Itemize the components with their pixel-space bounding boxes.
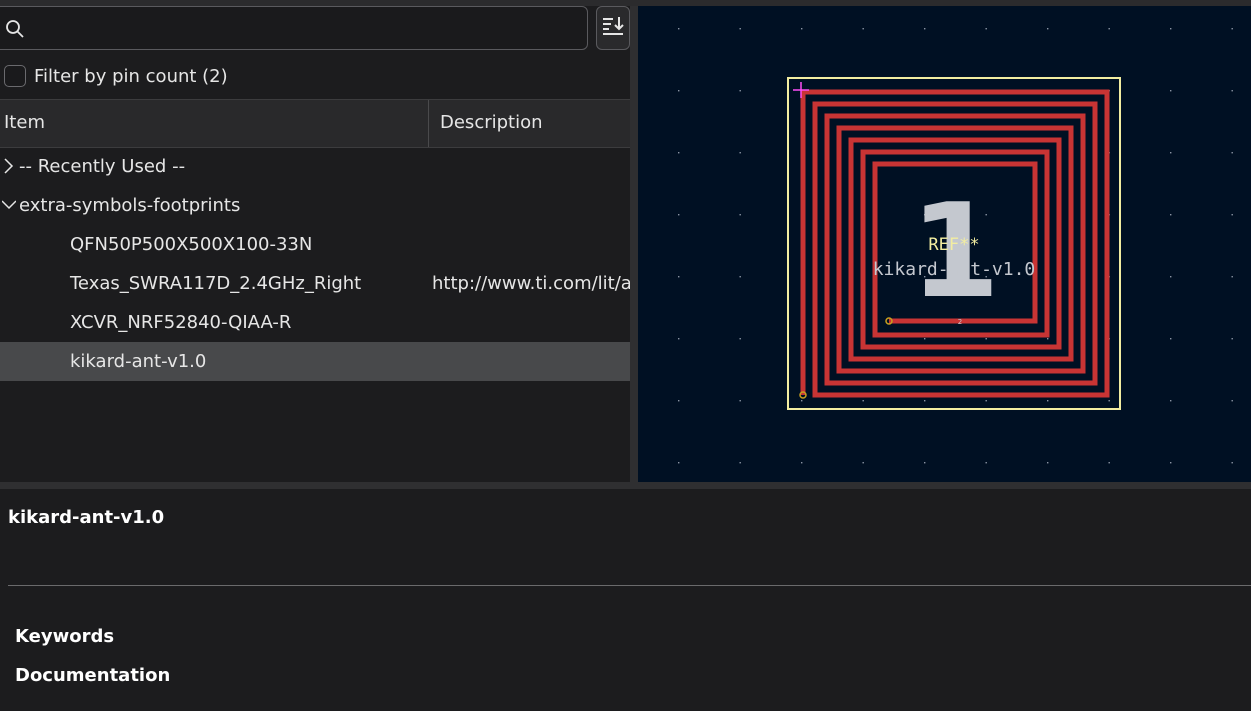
grid-dot <box>678 338 680 340</box>
footprint-value: kikard-ant-v1.0 <box>873 259 1036 280</box>
column-header-item[interactable]: Item <box>4 112 45 133</box>
grid-dot <box>678 400 680 402</box>
search-input[interactable] <box>31 13 575 45</box>
grid-dot <box>801 28 803 30</box>
grid-dot <box>1047 462 1049 464</box>
grid-dot <box>678 214 680 216</box>
grid-dot <box>924 462 926 464</box>
tree-item-name: Texas_SWRA117D_2.4GHz_Right <box>70 273 362 294</box>
footprint-preview[interactable]: 1 REF** kikard-ant-v1.0 2 <box>638 6 1251 482</box>
footprint-tree: -- Recently Used -- extra-symbols-footpr… <box>0 147 630 381</box>
grid-dot <box>1170 276 1172 278</box>
tree-item-name: kikard-ant-v1.0 <box>70 351 207 372</box>
grid-dot <box>739 338 741 340</box>
tree-group-recently-used[interactable]: -- Recently Used -- <box>0 147 630 186</box>
footprint-preview-canvas: 1 REF** kikard-ant-v1.0 2 <box>678 28 1233 464</box>
grid-dot <box>862 462 864 464</box>
sort-icon <box>601 14 625 42</box>
library-panel: Filter by pin count (2) Item Description… <box>0 6 630 482</box>
ref-designator: REF** <box>928 235 979 255</box>
grid-dot <box>1108 400 1110 402</box>
sort-button[interactable] <box>596 6 630 50</box>
details-panel: kikard-ant-v1.0 Keywords Documentation <box>0 489 1251 711</box>
tree-item-name: XCVR_NRF52840-QIAA-R <box>70 312 292 333</box>
grid-dot <box>678 462 680 464</box>
details-title: kikard-ant-v1.0 <box>8 507 165 528</box>
grid-dot <box>1108 462 1110 464</box>
filter-by-pin-count[interactable]: Filter by pin count (2) <box>4 64 228 88</box>
grid-dot <box>739 400 741 402</box>
grid-dot <box>739 90 741 92</box>
details-divider <box>8 585 1251 586</box>
grid-dot <box>1047 338 1049 340</box>
grid-dot <box>1231 214 1233 216</box>
grid-dot <box>924 28 926 30</box>
search-box[interactable] <box>0 6 588 50</box>
grid-dot <box>1231 400 1233 402</box>
anchor-marker <box>793 82 809 98</box>
grid-dot <box>1231 90 1233 92</box>
horizontal-splitter[interactable] <box>0 482 1251 489</box>
grid-dot <box>985 28 987 30</box>
grid-dot <box>1231 338 1233 340</box>
grid-dot <box>1170 90 1172 92</box>
pad2-label: 2 <box>958 318 962 326</box>
tree-group-extra-symbols-footprints[interactable]: extra-symbols-footprints <box>0 186 630 225</box>
grid-dot <box>739 276 741 278</box>
grid-dot <box>801 400 803 402</box>
search-icon <box>5 19 25 39</box>
grid-dot <box>678 90 680 92</box>
grid-dot <box>739 28 741 30</box>
vertical-splitter[interactable] <box>630 6 638 482</box>
grid-dot <box>739 214 741 216</box>
column-header-description[interactable]: Description <box>440 112 543 133</box>
grid-dot <box>1170 462 1172 464</box>
tree-group-label: extra-symbols-footprints <box>19 195 241 216</box>
chevron-down-icon[interactable] <box>1 196 17 214</box>
grid-dot <box>1170 152 1172 154</box>
table-header: Item Description <box>0 99 630 148</box>
grid-dot <box>862 28 864 30</box>
grid-dot <box>1231 152 1233 154</box>
documentation-heading: Documentation <box>15 665 171 686</box>
grid-dot <box>985 338 987 340</box>
filter-checkbox[interactable] <box>4 65 26 87</box>
grid-dot <box>678 276 680 278</box>
grid-dot <box>924 400 926 402</box>
tree-item-name: QFN50P500X500X100-33N <box>70 234 313 255</box>
grid-dot <box>985 462 987 464</box>
grid-dot <box>1231 462 1233 464</box>
tree-item-description: http://www.ti.com/lit/an/swra117d/swra11… <box>432 273 630 294</box>
grid-dot <box>1170 28 1172 30</box>
grid-dot <box>739 152 741 154</box>
filter-label: Filter by pin count (2) <box>34 65 228 87</box>
grid-dot <box>924 338 926 340</box>
grid-dot <box>801 462 803 464</box>
grid-dot <box>1170 214 1172 216</box>
grid-dot <box>862 400 864 402</box>
grid-dot <box>678 28 680 30</box>
grid-dot <box>1231 276 1233 278</box>
grid-dot <box>1047 28 1049 30</box>
keywords-heading: Keywords <box>15 626 115 647</box>
grid-dot <box>1047 400 1049 402</box>
tree-item[interactable]: Texas_SWRA117D_2.4GHz_Right http://www.t… <box>0 264 630 303</box>
grid-dot <box>1170 338 1172 340</box>
chevron-right-icon[interactable] <box>2 157 16 175</box>
tree-item[interactable]: XCVR_NRF52840-QIAA-R <box>0 303 630 342</box>
tree-item[interactable]: QFN50P500X500X100-33N <box>0 225 630 264</box>
grid-dot <box>1231 28 1233 30</box>
grid-dot <box>739 462 741 464</box>
tree-group-label: -- Recently Used -- <box>19 156 186 177</box>
grid-dot <box>985 400 987 402</box>
tree-item-selected[interactable]: kikard-ant-v1.0 <box>0 342 630 381</box>
column-divider[interactable] <box>428 100 429 147</box>
grid-dot <box>1108 28 1110 30</box>
grid-dot <box>1170 400 1172 402</box>
grid-dot <box>678 152 680 154</box>
